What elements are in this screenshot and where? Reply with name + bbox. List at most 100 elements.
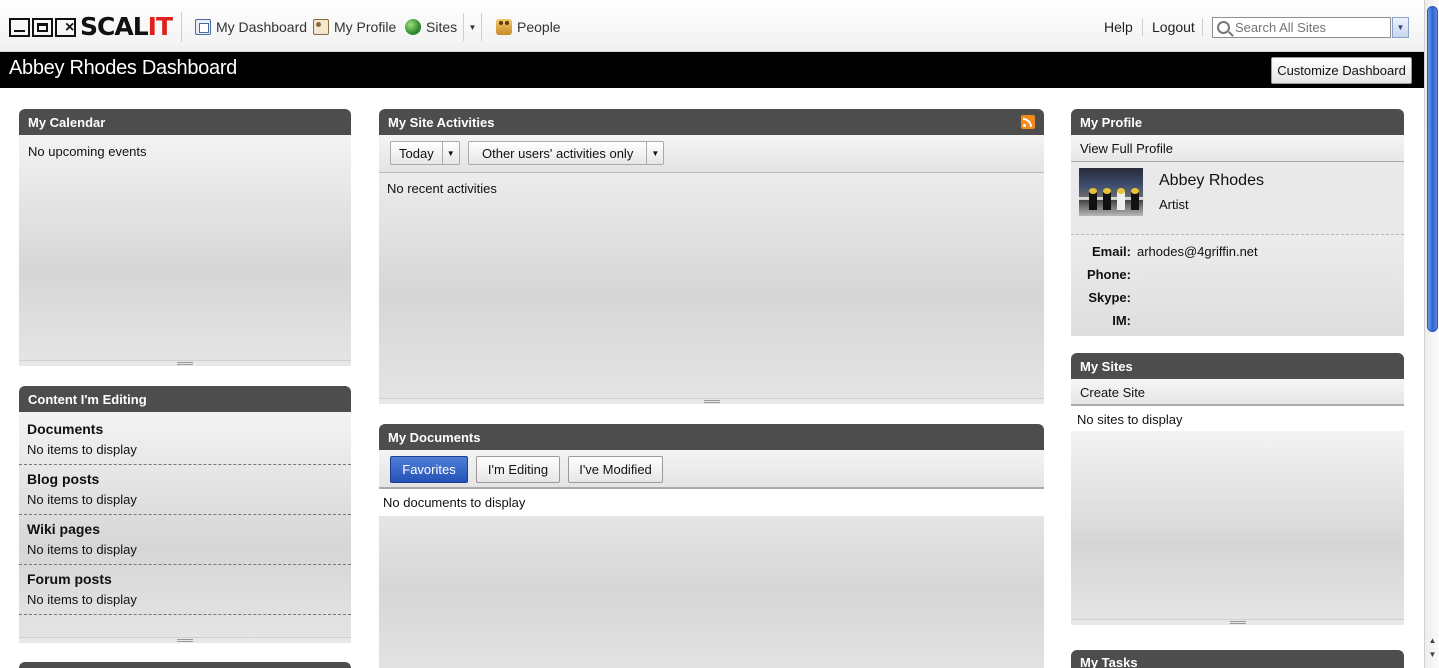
tab-favorites[interactable]: Favorites: [390, 456, 468, 483]
profile-summary: Abbey Rhodes Artist: [1071, 162, 1404, 235]
logout-link[interactable]: Logout: [1152, 19, 1195, 35]
empty-message: No sites to display: [1071, 406, 1404, 431]
grip-icon: [703, 400, 720, 403]
customize-dashboard-button[interactable]: Customize Dashboard: [1271, 57, 1412, 84]
user-filter-dropdown[interactable]: Other users' activities only ▼: [468, 141, 665, 165]
profile-name: Abbey Rhodes: [1159, 172, 1264, 189]
editing-section-blog-posts: Blog posts No items to display: [19, 465, 351, 515]
empty-message: No upcoming events: [28, 144, 147, 159]
dashboard-title-bar: Abbey Rhodes Dashboard Customize Dashboa…: [0, 52, 1424, 88]
minimize-glyph-icon: [9, 17, 30, 37]
page-scrollbar[interactable]: ▲ ▼: [1424, 0, 1439, 668]
chevron-down-icon: ▼: [468, 22, 477, 32]
dashlet-body: Favorites I'm Editing I've Modified No d…: [379, 450, 1044, 668]
search-box[interactable]: [1212, 17, 1391, 38]
dashlet-title: My Calendar: [19, 109, 351, 135]
top-navigation-bar: × SCALIT My Dashboard My Profile Sites ▼…: [0, 0, 1424, 52]
chevron-down-icon[interactable]: ▼: [647, 141, 665, 165]
scroll-down-arrow-icon[interactable]: ▼: [1428, 650, 1437, 659]
help-link[interactable]: Help: [1104, 19, 1133, 35]
app-logo[interactable]: × SCALIT: [9, 12, 173, 41]
documents-tab-bar: Favorites I'm Editing I've Modified: [379, 450, 1044, 489]
nav-people[interactable]: People: [496, 17, 561, 37]
field-value[interactable]: arhodes@4griffin.net: [1137, 244, 1258, 259]
section-title: Documents: [27, 421, 104, 437]
view-full-profile-link[interactable]: View Full Profile: [1071, 135, 1404, 162]
nav-divider: [1142, 18, 1143, 36]
scroll-up-arrow-icon[interactable]: ▲: [1428, 636, 1437, 645]
sites-dropdown-button[interactable]: ▼: [463, 13, 482, 41]
profile-field-im: IM:: [1071, 309, 1404, 332]
dashlet-title: My Sites: [1071, 353, 1404, 379]
dashlet-title: My Documents: [379, 424, 1044, 450]
globe-icon: [405, 19, 421, 35]
nav-label: Sites: [426, 19, 458, 35]
field-label: Skype:: [1088, 290, 1131, 305]
dashlet-title: My Profile: [1071, 109, 1404, 135]
dashlet-title: [19, 662, 351, 668]
profile-contact-fields: Email: arhodes@4griffin.net Phone: Skype…: [1071, 235, 1404, 336]
dashboard-icon: [195, 19, 211, 35]
field-label: Phone:: [1086, 267, 1131, 282]
nav-sites[interactable]: Sites: [405, 17, 457, 37]
nav-label: People: [517, 19, 561, 35]
range-filter-dropdown[interactable]: Today ▼: [390, 141, 460, 165]
tab-im-editing[interactable]: I'm Editing: [476, 456, 560, 483]
tab-ive-modified[interactable]: I've Modified: [568, 456, 663, 483]
logo-wordmark: SCALIT: [80, 12, 173, 41]
empty-message: No items to display: [27, 592, 137, 607]
people-icon: [496, 19, 512, 35]
dashlet-body: Documents No items to display Blog posts…: [19, 412, 351, 637]
search-icon: [1217, 21, 1230, 34]
empty-message: No recent activities: [387, 181, 497, 196]
dashlet-body: No upcoming events: [19, 135, 351, 360]
scrollbar-thumb[interactable]: [1427, 6, 1438, 332]
profile-field-email: Email: arhodes@4griffin.net: [1071, 240, 1404, 263]
nav-label: My Profile: [334, 19, 397, 35]
resize-handle[interactable]: [19, 360, 351, 366]
grip-icon: [1229, 621, 1246, 624]
rss-feed-icon[interactable]: [1021, 115, 1035, 129]
next-dashlet: [19, 662, 351, 668]
field-label: IM:: [1112, 313, 1131, 328]
profile-icon: [313, 19, 329, 35]
profile-field-skype: Skype:: [1071, 286, 1404, 309]
chevron-down-icon: ▼: [1396, 23, 1405, 32]
create-site-link[interactable]: Create Site: [1071, 379, 1404, 406]
nav-my-dashboard[interactable]: My Dashboard: [195, 17, 307, 37]
resize-handle[interactable]: [19, 637, 351, 643]
nav-my-profile[interactable]: My Profile: [313, 17, 396, 37]
range-filter-button[interactable]: Today: [390, 141, 443, 165]
nav-divider: [181, 12, 182, 42]
search-input[interactable]: [1235, 20, 1385, 35]
sites-dashlet: My Sites Create Site No sites to display: [1071, 353, 1404, 625]
avatar[interactable]: [1079, 168, 1143, 216]
resize-handle[interactable]: [379, 398, 1044, 404]
section-title: Wiki pages: [27, 521, 101, 537]
dashlet-body: [1071, 431, 1404, 619]
nav-label: My Dashboard: [216, 19, 308, 35]
calendar-dashlet: My Calendar No upcoming events: [19, 109, 351, 366]
section-title: Blog posts: [27, 471, 100, 487]
chevron-down-icon[interactable]: ▼: [442, 141, 460, 165]
resize-handle[interactable]: [1071, 619, 1404, 625]
site-activities-dashlet: My Site Activities Today ▼ Other users' …: [379, 109, 1044, 404]
activities-filter-toolbar: Today ▼ Other users' activities only ▼: [379, 135, 1044, 173]
dashlet-title: Content I'm Editing: [19, 386, 351, 412]
editing-section-wiki-pages: Wiki pages No items to display: [19, 515, 351, 565]
page-title: Abbey Rhodes Dashboard: [9, 57, 237, 79]
grip-icon: [177, 362, 193, 365]
nav-divider: [1202, 18, 1203, 36]
search-scope-dropdown[interactable]: ▼: [1392, 17, 1409, 38]
editing-section-documents: Documents No items to display: [19, 415, 351, 465]
documents-dashlet: My Documents Favorites I'm Editing I've …: [379, 424, 1044, 668]
dashlet-title: My Tasks: [1071, 650, 1404, 668]
profile-dashlet: My Profile View Full Profile Abbey Rhode…: [1071, 109, 1404, 336]
field-label: Email:: [1091, 244, 1131, 259]
empty-message: No items to display: [27, 542, 137, 557]
empty-message: No documents to display: [379, 489, 1044, 516]
tasks-dashlet: My Tasks: [1071, 650, 1404, 668]
user-filter-button[interactable]: Other users' activities only: [468, 141, 648, 165]
profile-field-phone: Phone:: [1071, 263, 1404, 286]
empty-message: No items to display: [27, 492, 137, 507]
